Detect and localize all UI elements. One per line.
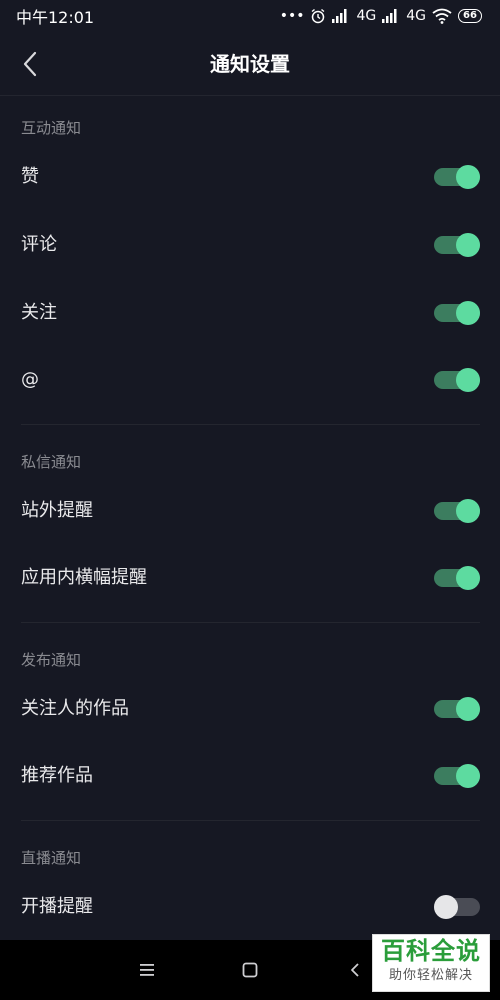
setting-row-live-start: 开播提醒: [0, 882, 500, 932]
setting-row-recommended-works: 推荐作品: [0, 751, 500, 801]
status-bar: 中午12:01 ••• 4G 4G 66: [0, 0, 500, 32]
setting-label: 赞: [21, 166, 39, 187]
header: 通知设置: [0, 32, 500, 96]
section-label-live: 直播通知: [21, 849, 82, 867]
setting-label: 站外提醒: [21, 500, 93, 521]
section-divider: [21, 424, 480, 425]
signal-icon-1: [332, 9, 347, 23]
home-button[interactable]: [235, 955, 265, 985]
section-label-interaction: 互动通知: [21, 119, 82, 137]
setting-label: 评论: [21, 234, 57, 255]
toggle-knob: [456, 165, 480, 189]
comment-toggle[interactable]: [434, 233, 480, 257]
toggle-knob: [456, 301, 480, 325]
like-toggle[interactable]: [434, 165, 480, 189]
section-label-message: 私信通知: [21, 453, 82, 471]
setting-row-external-reminder: 站外提醒: [0, 486, 500, 536]
home-square-icon: [242, 962, 258, 978]
toggle-knob: [456, 697, 480, 721]
section-divider: [21, 622, 480, 623]
setting-row-like: 赞: [0, 152, 500, 202]
toggle-knob: [456, 233, 480, 257]
network-type-2: 4G: [406, 8, 426, 24]
page-title: 通知设置: [210, 52, 290, 76]
setting-label: 关注人的作品: [21, 698, 129, 719]
mention-toggle[interactable]: [434, 368, 480, 392]
more-dots-icon: •••: [279, 8, 305, 24]
in-app-banner-toggle[interactable]: [434, 566, 480, 590]
toggle-knob: [456, 368, 480, 392]
back-triangle-icon: [351, 963, 359, 977]
setting-label: 应用内横幅提醒: [21, 567, 147, 588]
setting-label: 关注: [21, 302, 57, 323]
setting-row-comment: 评论: [0, 220, 500, 270]
toggle-knob: [456, 764, 480, 788]
toggle-knob: [456, 499, 480, 523]
watermark-logo: 百科全说 助你轻松解决: [372, 934, 490, 992]
network-type-1: 4G: [356, 8, 377, 24]
recommended-works-toggle[interactable]: [434, 764, 480, 788]
setting-row-mention: @: [0, 355, 500, 405]
toggle-knob: [456, 566, 480, 590]
back-nav-button[interactable]: [340, 955, 370, 985]
setting-row-in-app-banner: 应用内横幅提醒: [0, 553, 500, 603]
setting-row-following-works: 关注人的作品: [0, 684, 500, 734]
toggle-knob: [434, 895, 458, 919]
external-reminder-toggle[interactable]: [434, 499, 480, 523]
alarm-icon: [312, 8, 325, 24]
watermark-title: 百科全说: [381, 937, 481, 965]
section-divider: [21, 820, 480, 821]
status-time: 中午12:01: [16, 8, 95, 27]
watermark-subtitle: 助你轻松解决: [388, 968, 473, 983]
menu-icon: [140, 964, 154, 976]
live-start-toggle[interactable]: [434, 895, 480, 919]
setting-label: 推荐作品: [21, 765, 93, 786]
status-icons: ••• 4G 4G 66: [280, 8, 482, 24]
follow-toggle[interactable]: [434, 301, 480, 325]
signal-icon-2: [382, 9, 397, 23]
section-label-publish: 发布通知: [21, 651, 82, 669]
screen: 中午12:01 ••• 4G 4G 66 通知设置 互动通知 赞 评论 关注 @…: [0, 0, 500, 1000]
wifi-icon: [432, 8, 452, 24]
following-works-toggle[interactable]: [434, 697, 480, 721]
setting-label: @: [21, 369, 39, 390]
menu-button[interactable]: [132, 955, 162, 985]
setting-row-follow: 关注: [0, 288, 500, 338]
battery-indicator: 66: [458, 9, 482, 23]
setting-label: 开播提醒: [21, 896, 93, 917]
